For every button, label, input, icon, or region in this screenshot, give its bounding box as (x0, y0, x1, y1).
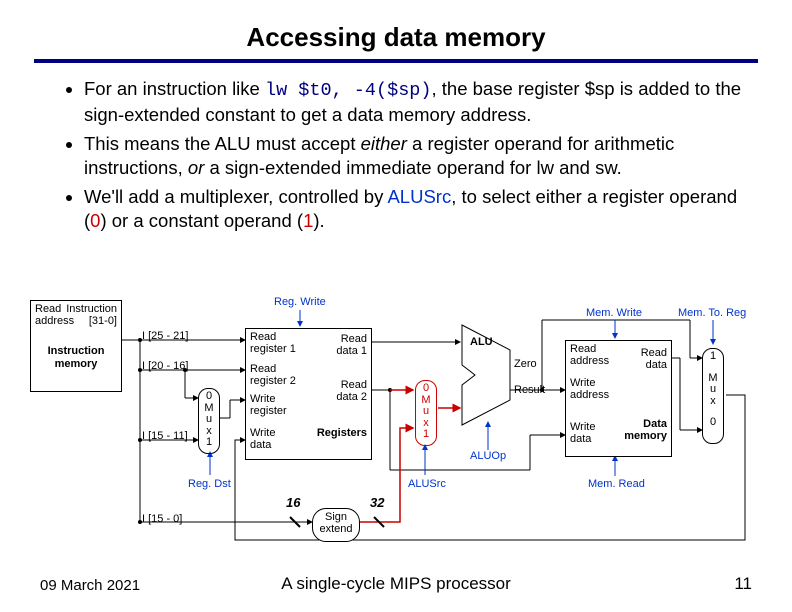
bullet-1: For an instruction like lw $t0, -4($sp),… (84, 77, 748, 128)
instruction-memory: Read address Instruction [31-0] Instruct… (30, 300, 122, 392)
label: register (250, 405, 287, 417)
label: Read (35, 303, 61, 315)
text: either (361, 133, 407, 154)
bullet-list: For an instruction like lw $t0, -4($sp),… (44, 77, 748, 233)
field-imm: I [15 - 0] (142, 513, 182, 525)
label: data 1 (336, 345, 367, 357)
label: Write (570, 421, 595, 433)
ctrl-regwrite: Reg. Write (274, 296, 326, 308)
ctrl-alusrc: ALUSrc (408, 478, 446, 490)
label: Read (641, 347, 667, 359)
text: ). (313, 210, 324, 231)
label: data (646, 359, 667, 371)
alu-name: ALU (470, 336, 493, 348)
text: ) or a constant operand ( (100, 210, 303, 231)
mux-u: u (199, 414, 219, 426)
text: a sign-extended immediate operand for lw… (204, 157, 622, 178)
mux-zero: 0 (90, 210, 100, 231)
block-name: Registers (317, 427, 367, 439)
mux-in0: 0 (199, 391, 219, 403)
mux-alusrc: 0 M u x 1 (415, 380, 437, 446)
label: Write (570, 377, 595, 389)
footer-page: 11 (734, 574, 752, 594)
mux-u: u (703, 384, 723, 396)
label: Instruction (66, 303, 117, 315)
alu-zero: Zero (514, 358, 537, 370)
label: Read (250, 363, 276, 375)
sign-extend: Sign extend (312, 508, 360, 542)
ctrl-memtoreg: Mem. To. Reg (678, 307, 746, 319)
slide-title: Accessing data memory (0, 0, 792, 53)
bullet-3: We'll add a multiplexer, controlled by A… (84, 185, 748, 234)
label: Read (341, 333, 367, 345)
label: extend (313, 523, 359, 535)
label: address (570, 355, 609, 367)
label: Read (341, 379, 367, 391)
ctrl-name: ALUSrc (387, 186, 451, 207)
mux-in1: 1 (199, 437, 219, 449)
mux-memtoreg: 1 M u x 0 (702, 348, 724, 444)
data-memory: Read address Write address Write data Re… (565, 340, 672, 457)
block-name: Data (643, 418, 667, 430)
datapath-diagram: Read address Instruction [31-0] Instruct… (30, 300, 762, 545)
width-out: 32 (370, 495, 384, 510)
label: Write (250, 393, 275, 405)
register-file: Read register 1 Read register 2 Write re… (245, 328, 372, 460)
label: [31-0] (89, 315, 117, 327)
label: address (570, 389, 609, 401)
ctrl-regdst: Reg. Dst (188, 478, 231, 490)
mux-in1: 1 (703, 351, 723, 363)
block-name: memory (624, 430, 667, 442)
field-rt: I [20 - 16] (142, 360, 188, 372)
field-rs: I [25 - 21] (142, 330, 188, 342)
mux-regdst: 0 M u x 1 (198, 388, 220, 454)
mux-in0: 0 (416, 383, 436, 395)
mux-u: u (416, 406, 436, 418)
footer-title: A single-cycle MIPS processor (0, 574, 792, 594)
block-name: Instruction (31, 345, 121, 357)
label: data (570, 433, 591, 445)
width-in: 16 (286, 495, 300, 510)
ctrl-memwrite: Mem. Write (586, 307, 642, 319)
label: Read (570, 343, 596, 355)
mux-in0: 0 (703, 417, 723, 429)
label: Read (250, 331, 276, 343)
alu-result: Result (514, 384, 545, 396)
text: For an instruction like (84, 78, 265, 99)
text: We'll add a multiplexer, controlled by (84, 186, 387, 207)
label: register 1 (250, 343, 296, 355)
label: register 2 (250, 375, 296, 387)
title-rule (34, 59, 758, 63)
ctrl-aluop: ALUOp (470, 450, 506, 462)
label: data 2 (336, 391, 367, 403)
block-name: memory (31, 358, 121, 370)
bullet-2: This means the ALU must accept either a … (84, 132, 748, 181)
mux-in1: 1 (416, 429, 436, 441)
code-snippet: lw $t0, -4($sp) (265, 80, 432, 101)
label: Sign (313, 511, 359, 523)
ctrl-memread: Mem. Read (588, 478, 645, 490)
text: This means the ALU must accept (84, 133, 361, 154)
field-rd: I [15 - 11] (142, 430, 188, 442)
mux-x: x (703, 396, 723, 408)
label: data (250, 439, 271, 451)
label: Write (250, 427, 275, 439)
mux-one: 1 (303, 210, 313, 231)
text: or (188, 157, 204, 178)
label: address (35, 315, 74, 327)
